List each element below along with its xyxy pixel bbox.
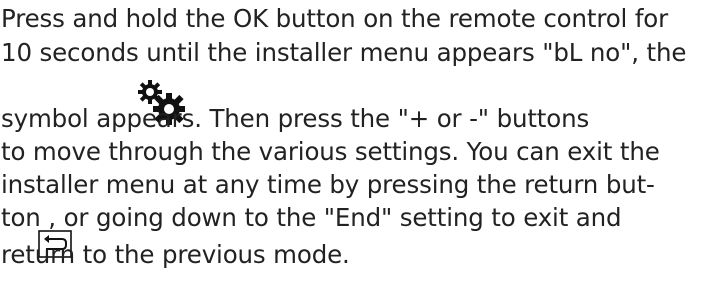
text-line-2: 10 seconds until the installer menu appe… [1,38,687,67]
instruction-paragraph: Press and hold the OK button on the remo… [0,0,716,291]
text-line-3: symbol appears. Then press the "+ or -" … [1,104,590,133]
text-line-1: Press and hold the OK button on the remo… [1,4,669,33]
text-line-7: return to the previous mode. [1,240,350,269]
text-line-6: ton , or going down to the "End" setting… [1,203,622,232]
text-line-5: installer menu at any time by pressing t… [1,170,655,199]
text-line-4: to move through the various settings. Yo… [1,137,660,166]
